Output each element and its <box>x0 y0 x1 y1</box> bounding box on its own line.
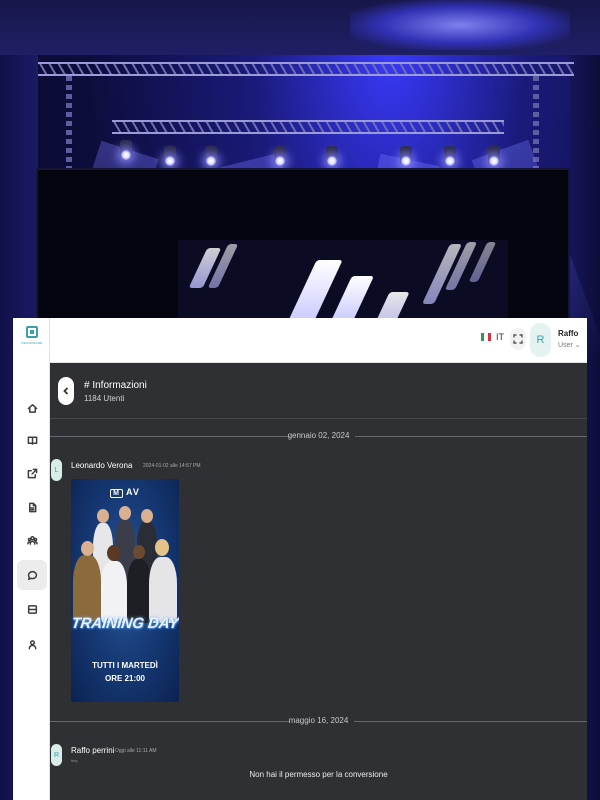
message-author[interactable]: Raffo perrini <box>71 746 114 755</box>
channel-header: # Informazioni 1184 Utenti <box>50 363 587 419</box>
message-image-poster[interactable]: M AV TRAINING DAY TUTTI I MARTEDÌ ORE 21:… <box>71 479 179 702</box>
panels-icon <box>27 604 37 614</box>
user-avatar[interactable]: R <box>530 323 551 357</box>
poster-schedule-day: TUTTI I MARTEDÌ <box>92 661 158 670</box>
poster-person <box>149 557 177 623</box>
truss-post <box>66 76 72 176</box>
message-timestamp: Oggi alle 11:11 AM <box>115 748 157 754</box>
spotlight <box>120 140 132 160</box>
sidebar-item-panels[interactable] <box>17 594 47 624</box>
sidebar-item-share[interactable] <box>17 458 47 488</box>
italy-flag-icon <box>481 333 491 341</box>
sidebar-item-library[interactable] <box>17 425 47 455</box>
led-screen-graphic <box>178 240 508 330</box>
poster-head <box>119 506 131 520</box>
date-divider-label: maggio 16, 2024 <box>288 716 349 725</box>
chevron-left-icon <box>63 387 69 395</box>
logo-text: BRANDNAME <box>21 341 43 345</box>
poster-logos: M AV <box>71 487 179 498</box>
date-divider: gennaio 02, 2024 <box>50 431 587 440</box>
message-timestamp: 2024-01-02 alle 14:57 PM <box>143 463 201 469</box>
date-divider-label: gennaio 02, 2024 <box>287 431 350 440</box>
external-link-icon <box>27 468 37 478</box>
fullscreen-button[interactable] <box>510 328 526 350</box>
document-icon <box>28 502 36 512</box>
app-logo[interactable]: BRANDNAME <box>21 326 43 352</box>
lighting-truss-top <box>38 62 574 76</box>
poster-person <box>101 561 127 623</box>
top-bar: IT R Raffo User ⌄ <box>50 318 587 363</box>
message-avatar[interactable]: L <box>51 459 62 481</box>
lighting-truss-middle <box>112 120 504 134</box>
poster-head <box>107 545 120 561</box>
spotlight <box>488 146 500 166</box>
message-text: hey <box>71 758 78 763</box>
poster-head <box>81 541 94 556</box>
message-avatar[interactable]: R <box>51 744 62 766</box>
spotlight <box>444 146 456 166</box>
sidebar-item-chat[interactable] <box>17 560 47 590</box>
profile-icon <box>28 639 36 649</box>
sidebar-item-profile[interactable] <box>17 629 47 659</box>
fullscreen-icon <box>513 334 523 344</box>
poster-person <box>127 559 151 623</box>
date-divider: maggio 16, 2024 <box>50 716 587 725</box>
poster-schedule-time: ORE 21:00 <box>104 674 146 683</box>
ceiling-light <box>350 0 570 50</box>
poster-head <box>141 509 153 523</box>
spotlight <box>205 146 217 166</box>
user-name[interactable]: Raffo <box>558 329 578 338</box>
language-selector[interactable]: IT <box>481 332 504 342</box>
poster-title: TRAINING DAY <box>71 615 179 632</box>
spotlight <box>326 146 338 166</box>
channel-title: # Informazioni <box>84 380 147 391</box>
poster-head <box>155 539 169 556</box>
poster-head <box>97 509 109 523</box>
home-icon <box>27 403 37 413</box>
spotlight <box>400 146 412 166</box>
sidebar: BRANDNAME <box>13 318 50 800</box>
book-icon <box>27 436 37 445</box>
logo-icon <box>26 326 38 338</box>
channel-member-count: 1184 Utenti <box>84 394 125 403</box>
language-code: IT <box>496 332 504 342</box>
back-button[interactable] <box>58 377 74 405</box>
poster-head <box>133 545 145 559</box>
sidebar-item-home[interactable] <box>17 393 47 423</box>
app-window: BRANDNAME IT R Raffo User ⌄ # Informazio… <box>13 318 587 800</box>
spotlight <box>274 146 286 166</box>
chat-icon <box>27 570 37 580</box>
sidebar-item-community[interactable] <box>17 525 47 555</box>
message-author[interactable]: Leonardo Verona <box>71 461 132 470</box>
user-role-dropdown[interactable]: User ⌄ <box>558 341 581 349</box>
spotlight <box>164 146 176 166</box>
group-icon <box>26 535 38 545</box>
sidebar-item-documents[interactable] <box>17 492 47 522</box>
permission-notice: Non hai il permesso per la conversione <box>249 770 388 779</box>
led-screen <box>36 168 570 330</box>
poster-person <box>73 555 101 621</box>
